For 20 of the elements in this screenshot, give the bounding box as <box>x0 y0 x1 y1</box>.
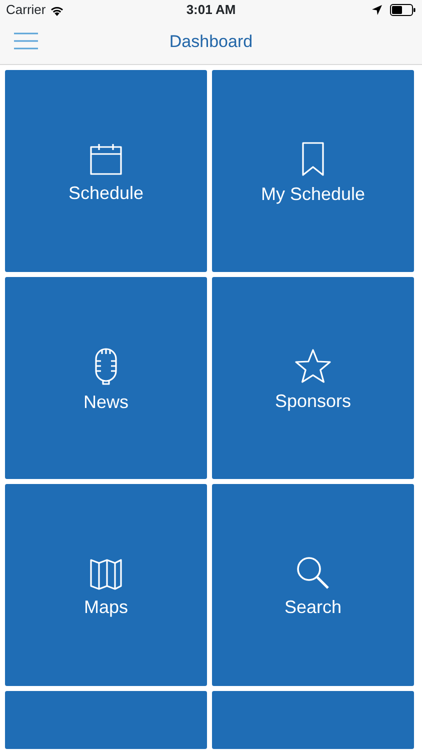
dashboard-tile[interactable]: Search <box>212 484 414 686</box>
dashboard-tile[interactable]: Sponsors <box>212 277 414 479</box>
microphone-icon <box>92 347 120 386</box>
location-arrow-icon <box>372 5 382 15</box>
dashboard-tile[interactable] <box>5 691 207 749</box>
wifi-icon <box>50 4 64 16</box>
map-icon <box>89 556 123 590</box>
dashboard-tile[interactable]: Maps <box>5 484 207 686</box>
star-icon <box>294 348 332 384</box>
carrier-name: Carrier <box>6 1 46 20</box>
dashboard-tile[interactable]: My Schedule <box>212 70 414 272</box>
clock-time: 3:01 AM <box>186 1 236 20</box>
dashboard-tile[interactable]: News <box>5 277 207 479</box>
dashboard-tile[interactable]: Schedule <box>5 70 207 272</box>
battery-icon <box>390 4 416 16</box>
bookmark-icon <box>300 141 326 178</box>
dashboard-tile[interactable] <box>212 691 414 749</box>
page-title: Dashboard <box>169 31 253 54</box>
calendar-icon <box>89 142 123 176</box>
search-icon <box>296 556 330 590</box>
